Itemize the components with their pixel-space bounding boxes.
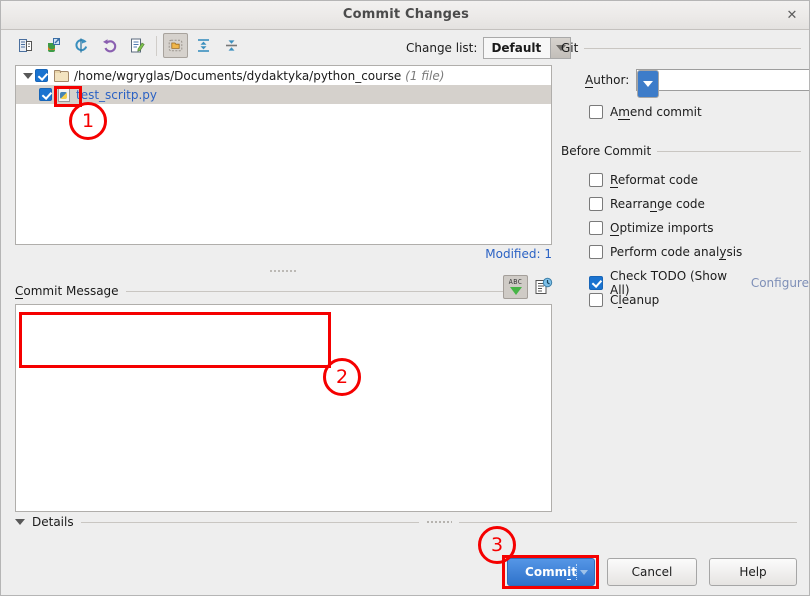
- file-checkbox[interactable]: [39, 88, 52, 101]
- root-path-label: /home/wgryglas/Documents/dydaktyka/pytho…: [74, 68, 445, 83]
- move-to-changelist-icon[interactable]: [41, 33, 66, 58]
- title-bar: Commit Changes ✕: [1, 1, 809, 30]
- details-section[interactable]: Details: [15, 515, 798, 529]
- help-button-label: Help: [739, 565, 767, 579]
- author-label: Author:: [585, 73, 630, 88]
- before-commit-group: Before Commit: [561, 144, 801, 158]
- author-combo[interactable]: [636, 69, 809, 98]
- message-history-icon[interactable]: [533, 277, 553, 297]
- rollback-icon[interactable]: [97, 33, 122, 58]
- cancel-button[interactable]: Cancel: [607, 558, 697, 586]
- close-icon[interactable]: ✕: [783, 7, 801, 25]
- commit-message-label: Commit Message: [15, 284, 119, 299]
- file-name-label: test_scritp.py: [76, 87, 158, 102]
- amend-commit-checkbox[interactable]: [589, 105, 603, 119]
- commit-dropdown-arrow[interactable]: [576, 564, 590, 580]
- commit-button-label: Commit: [525, 565, 577, 580]
- changelist-value: Default: [484, 38, 551, 58]
- edit-source-icon[interactable]: [125, 33, 150, 58]
- group-divider: [657, 150, 801, 152]
- splitter-handle[interactable]: [269, 269, 297, 274]
- before-commit-title: Before Commit: [561, 144, 652, 158]
- chevron-down-icon[interactable]: [20, 72, 35, 79]
- changelist-dropdown[interactable]: Default: [483, 37, 572, 59]
- cleanup-checkbox[interactable]: [589, 293, 603, 307]
- changed-files-tree[interactable]: /home/wgryglas/Documents/dydaktyka/pytho…: [15, 65, 552, 245]
- commit-changes-dialog: Commit Changes ✕ Change list: Default Gi…: [0, 0, 810, 596]
- help-button[interactable]: Help: [709, 558, 797, 586]
- optimize-imports-checkbox[interactable]: [589, 221, 603, 235]
- python-file-icon: [58, 87, 71, 102]
- rearrange-code-row[interactable]: Rearrange code: [589, 197, 705, 212]
- git-group-title: Git: [561, 41, 579, 55]
- chevron-down-icon[interactable]: [15, 519, 25, 525]
- show-diff-icon[interactable]: [13, 33, 38, 58]
- rearrange-code-checkbox[interactable]: [589, 197, 603, 211]
- spellcheck-abc-icon[interactable]: ABC: [503, 275, 528, 299]
- group-divider: [125, 290, 505, 292]
- perform-code-analysis-label: Perform code analysis: [610, 245, 743, 260]
- commit-message-input[interactable]: [15, 304, 552, 512]
- changelist-control: Change list: Default: [406, 37, 572, 59]
- perform-code-analysis-row[interactable]: Perform code analysis: [589, 245, 743, 260]
- group-divider: [80, 521, 419, 523]
- check-todo-checkbox[interactable]: [589, 276, 603, 290]
- expand-all-icon[interactable]: [191, 33, 216, 58]
- perform-code-analysis-checkbox[interactable]: [589, 245, 603, 259]
- group-divider: [584, 47, 801, 49]
- tree-row-file[interactable]: test_scritp.py: [16, 85, 551, 104]
- splitter-handle[interactable]: [425, 519, 452, 525]
- cancel-button-label: Cancel: [631, 565, 673, 579]
- root-checkbox[interactable]: [35, 69, 48, 82]
- configure-link[interactable]: Configure: [751, 276, 809, 290]
- tree-row-root[interactable]: /home/wgryglas/Documents/dydaktyka/pytho…: [16, 66, 551, 85]
- amend-commit-label: Amend commit: [610, 105, 702, 120]
- git-group: Git: [561, 41, 801, 55]
- reformat-code-checkbox[interactable]: [589, 173, 603, 187]
- window-title: Commit Changes: [342, 7, 470, 22]
- group-divider: [458, 521, 798, 523]
- chevron-down-icon[interactable]: [637, 70, 660, 98]
- details-label: Details: [32, 515, 74, 529]
- changelist-label: Change list:: [406, 41, 478, 55]
- reformat-code-row[interactable]: Reformat code: [589, 173, 698, 188]
- folder-icon: [54, 69, 69, 82]
- author-input[interactable]: [637, 70, 809, 90]
- optimize-imports-label: Optimize imports: [610, 221, 714, 236]
- optimize-imports-row[interactable]: Optimize imports: [589, 221, 714, 236]
- amend-commit-checkbox-row[interactable]: Amend commit: [589, 105, 702, 120]
- author-row: Author:: [585, 69, 809, 98]
- reformat-code-label: Reformat code: [610, 173, 698, 188]
- cleanup-row[interactable]: Cleanup: [589, 293, 660, 308]
- commit-message-header: Commit Message: [15, 284, 505, 299]
- group-by-directory-icon[interactable]: [163, 33, 188, 58]
- cleanup-label: Cleanup: [610, 293, 660, 308]
- commit-button[interactable]: Commit: [507, 558, 595, 586]
- refresh-icon[interactable]: [69, 33, 94, 58]
- rearrange-code-label: Rearrange code: [610, 197, 705, 212]
- modified-status: Modified: 1: [485, 247, 552, 261]
- collapse-all-icon[interactable]: [219, 33, 244, 58]
